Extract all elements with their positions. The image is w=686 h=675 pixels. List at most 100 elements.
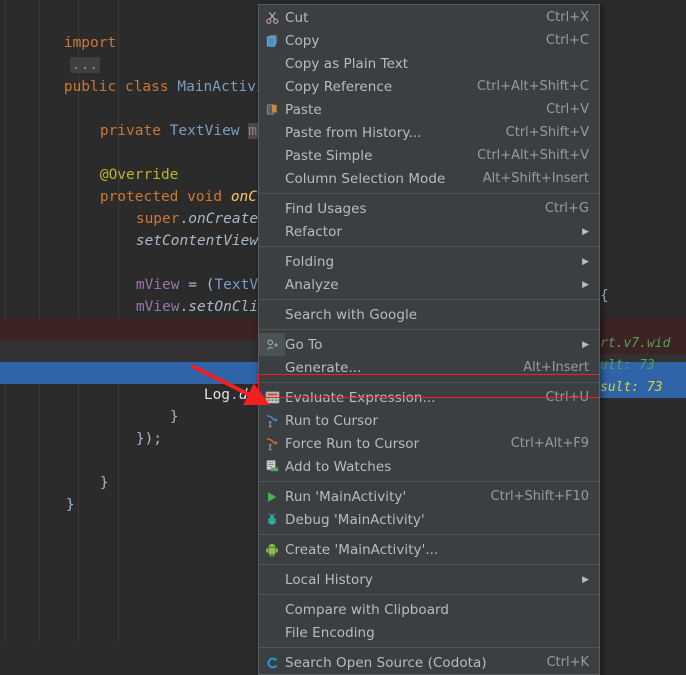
menu-item-shortcut: Ctrl+C bbox=[545, 33, 589, 48]
menu-item-search-open-source-codota[interactable]: Search Open Source (Codota) Ctrl+K bbox=[259, 651, 599, 674]
menu-item-evaluate-expression[interactable]: Evaluate Expression... Ctrl+U bbox=[259, 386, 599, 409]
evaluate-icon bbox=[259, 386, 285, 409]
no-icon bbox=[259, 356, 285, 379]
menu-item-create-mainactivity[interactable]: Create 'MainActivity'... bbox=[259, 538, 599, 561]
no-icon bbox=[259, 75, 285, 98]
menu-separator bbox=[259, 246, 599, 247]
menu-item-local-history[interactable]: Local History ▶ bbox=[259, 568, 599, 591]
menu-separator bbox=[259, 564, 599, 565]
menu-item-label: Paste Simple bbox=[285, 147, 373, 164]
run-to-cursor-icon bbox=[259, 409, 285, 432]
menu-item-shortcut: Alt+Shift+Insert bbox=[482, 171, 589, 186]
menu-item-search-with-google[interactable]: Search with Google bbox=[259, 303, 599, 326]
menu-item-label: Copy bbox=[285, 32, 320, 49]
debug-icon bbox=[259, 508, 285, 531]
menu-item-shortcut: Alt+Insert bbox=[523, 360, 589, 375]
menu-item-file-encoding[interactable]: File Encoding bbox=[259, 621, 599, 644]
no-icon bbox=[259, 273, 285, 296]
menu-separator bbox=[259, 329, 599, 330]
menu-item-label: Refactor bbox=[285, 223, 343, 240]
menu-item-shortcut: Ctrl+Alt+Shift+C bbox=[476, 79, 589, 94]
no-icon bbox=[259, 250, 285, 273]
menu-separator bbox=[259, 299, 599, 300]
menu-item-run-to-cursor[interactable]: Run to Cursor bbox=[259, 409, 599, 432]
menu-item-label: Paste from History... bbox=[285, 124, 422, 141]
goto-icon bbox=[259, 333, 285, 356]
menu-item-shortcut: Ctrl+Alt+F9 bbox=[510, 436, 589, 451]
menu-item-label: Cut bbox=[285, 9, 309, 26]
menu-item-label: Debug 'MainActivity' bbox=[285, 511, 425, 528]
menu-item-label: Find Usages bbox=[285, 200, 367, 217]
chevron-right-icon: ▶ bbox=[582, 226, 589, 237]
menu-item-analyze[interactable]: Analyze ▶ bbox=[259, 273, 599, 296]
codota-icon bbox=[259, 651, 285, 674]
chevron-right-icon: ▶ bbox=[582, 279, 589, 290]
menu-item-refactor[interactable]: Refactor ▶ bbox=[259, 220, 599, 243]
menu-item-copy-as-plain-text[interactable]: Copy as Plain Text bbox=[259, 52, 599, 75]
menu-item-label: Copy Reference bbox=[285, 78, 393, 95]
menu-item-paste-from-history[interactable]: Paste from History... Ctrl+Shift+V bbox=[259, 121, 599, 144]
chevron-right-icon: ▶ bbox=[582, 339, 589, 350]
menu-item-label: Folding bbox=[285, 253, 335, 270]
run-icon bbox=[259, 485, 285, 508]
menu-item-column-selection-mode[interactable]: Column Selection Mode Alt+Shift+Insert bbox=[259, 167, 599, 190]
no-icon bbox=[259, 144, 285, 167]
menu-item-shortcut: Ctrl+V bbox=[546, 102, 589, 117]
editor-context-menu[interactable]: Cut Ctrl+X Copy Ctrl+C Copy as Plain Tex… bbox=[258, 4, 600, 675]
menu-item-generate[interactable]: Generate... Alt+Insert bbox=[259, 356, 599, 379]
copy-icon bbox=[259, 29, 285, 52]
menu-item-label: Paste bbox=[285, 101, 322, 118]
no-icon bbox=[259, 621, 285, 644]
debug-value-hint-selected: sult: 73 bbox=[600, 376, 686, 398]
menu-item-label: Copy as Plain Text bbox=[285, 55, 409, 72]
force-run-to-cursor-icon bbox=[259, 432, 285, 455]
menu-item-debug-mainactivity[interactable]: Debug 'MainActivity' bbox=[259, 508, 599, 531]
menu-item-label: File Encoding bbox=[285, 624, 375, 641]
scissors-icon bbox=[259, 6, 285, 29]
chevron-right-icon: ▶ bbox=[582, 256, 589, 267]
no-icon bbox=[259, 220, 285, 243]
add-to-watches-icon bbox=[259, 455, 285, 478]
menu-item-copy-reference[interactable]: Copy Reference Ctrl+Alt+Shift+C bbox=[259, 75, 599, 98]
menu-item-shortcut: Ctrl+G bbox=[544, 201, 589, 216]
menu-separator bbox=[259, 193, 599, 194]
menu-item-label: Analyze bbox=[285, 276, 339, 293]
menu-separator bbox=[259, 481, 599, 482]
menu-item-label: Generate... bbox=[285, 359, 362, 376]
menu-item-label: Force Run to Cursor bbox=[285, 435, 420, 452]
menu-item-folding[interactable]: Folding ▶ bbox=[259, 250, 599, 273]
no-icon bbox=[259, 167, 285, 190]
menu-item-shortcut: Ctrl+K bbox=[546, 655, 589, 670]
menu-item-paste[interactable]: Paste Ctrl+V bbox=[259, 98, 599, 121]
menu-item-shortcut: Ctrl+Alt+Shift+V bbox=[477, 148, 589, 163]
menu-item-compare-with-clipboard[interactable]: Compare with Clipboard bbox=[259, 598, 599, 621]
no-icon bbox=[259, 598, 285, 621]
no-icon bbox=[259, 52, 285, 75]
code-fragment-breakpoint: rt.v7.wid bbox=[600, 332, 686, 354]
menu-item-paste-simple[interactable]: Paste Simple Ctrl+Alt+Shift+V bbox=[259, 144, 599, 167]
menu-item-shortcut: Ctrl+Shift+F10 bbox=[490, 489, 589, 504]
menu-item-label: Column Selection Mode bbox=[285, 170, 446, 187]
menu-separator bbox=[259, 534, 599, 535]
no-icon bbox=[259, 197, 285, 220]
no-icon bbox=[259, 121, 285, 144]
menu-item-force-run-to-cursor[interactable]: Force Run to Cursor Ctrl+Alt+F9 bbox=[259, 432, 599, 455]
menu-separator bbox=[259, 382, 599, 383]
menu-separator bbox=[259, 647, 599, 648]
no-icon bbox=[259, 568, 285, 591]
menu-item-label: Search with Google bbox=[285, 306, 418, 323]
menu-item-copy[interactable]: Copy Ctrl+C bbox=[259, 29, 599, 52]
menu-item-label: Search Open Source (Codota) bbox=[285, 654, 487, 671]
menu-item-cut[interactable]: Cut Ctrl+X bbox=[259, 6, 599, 29]
menu-item-shortcut: Ctrl+X bbox=[546, 10, 589, 25]
chevron-right-icon: ▶ bbox=[582, 574, 589, 585]
menu-item-label: Add to Watches bbox=[285, 458, 392, 475]
menu-item-find-usages[interactable]: Find Usages Ctrl+G bbox=[259, 197, 599, 220]
menu-item-label: Go To bbox=[285, 336, 323, 353]
menu-item-run-mainactivity[interactable]: Run 'MainActivity' Ctrl+Shift+F10 bbox=[259, 485, 599, 508]
menu-item-label: Run 'MainActivity' bbox=[285, 488, 407, 505]
menu-separator bbox=[259, 594, 599, 595]
menu-item-go-to[interactable]: Go To ▶ bbox=[259, 333, 599, 356]
menu-item-shortcut: Ctrl+U bbox=[545, 390, 589, 405]
menu-item-add-to-watches[interactable]: Add to Watches bbox=[259, 455, 599, 478]
